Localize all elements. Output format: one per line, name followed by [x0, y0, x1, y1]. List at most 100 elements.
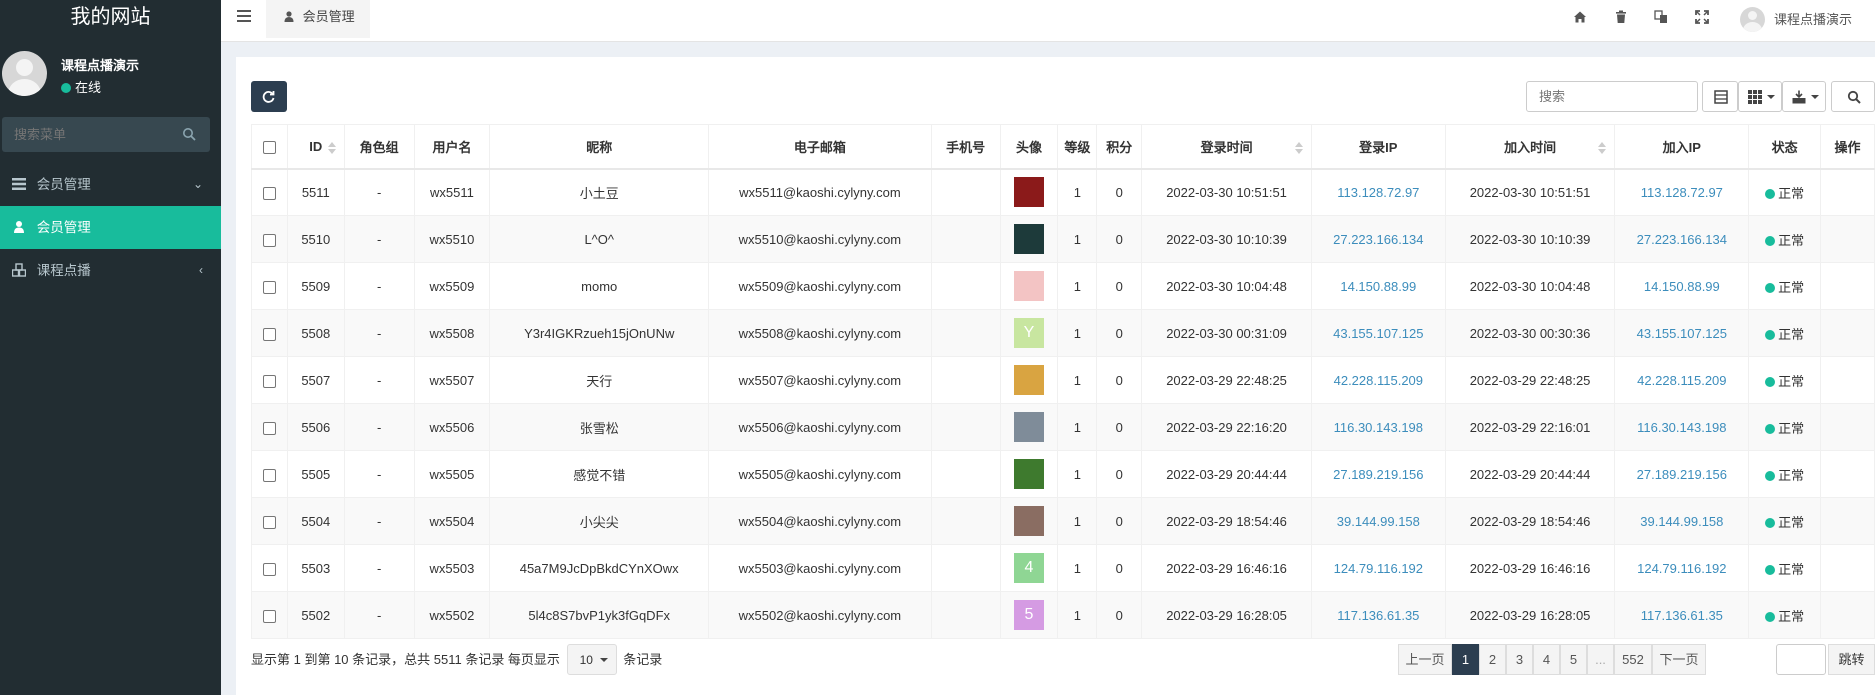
row-select-cell [251, 497, 288, 545]
page-size-value: 10 [579, 653, 593, 667]
row-checkbox[interactable] [262, 562, 276, 576]
search-icon[interactable] [182, 127, 196, 141]
cell-login-ip[interactable]: 14.150.88.99 [1310, 262, 1446, 310]
cell-join-ip[interactable]: 113.128.72.97 [1614, 168, 1750, 216]
cell-login-ip[interactable]: 113.128.72.97 [1310, 168, 1446, 216]
row-checkbox[interactable] [262, 515, 276, 529]
caret-down-icon [1767, 95, 1775, 99]
toggle-view-button[interactable] [1702, 81, 1738, 112]
cell-join-time: 2022-03-29 20:44:44 [1444, 450, 1616, 498]
cell-actions [1820, 356, 1875, 404]
sidebar-item-member-group[interactable]: 会员管理 ⌄ [0, 163, 221, 206]
prev-page-button[interactable]: 上一页 [1398, 644, 1452, 675]
refresh-button[interactable] [251, 81, 287, 112]
row-checkbox[interactable] [262, 233, 276, 247]
tab-member-management[interactable]: 会员管理 [266, 0, 370, 38]
row-select-cell [251, 309, 288, 357]
table-row[interactable]: 5504- wx5504 小尖尖 wx5504@kaoshi.cylyny.com 1 0… [251, 497, 1875, 545]
trash-icon[interactable] [1614, 10, 1628, 24]
cell-login-ip[interactable]: 116.30.143.198 [1310, 403, 1446, 451]
cell-join-ip[interactable]: 14.150.88.99 [1614, 262, 1750, 310]
page-button[interactable]: 552 [1614, 644, 1652, 675]
row-checkbox[interactable] [262, 186, 276, 200]
row-checkbox[interactable] [262, 609, 276, 623]
cell-login-ip[interactable]: 27.189.219.156 [1310, 450, 1446, 498]
table-row[interactable]: 5509- wx5509 momo wx5509@kaoshi.cylyny.com 1… [251, 262, 1875, 310]
page-size-select[interactable]: 10 [566, 644, 617, 675]
sidebar-search-input[interactable] [2, 117, 172, 152]
sidebar-item-member-management[interactable]: 会员管理 [0, 206, 221, 249]
cell-login-ip[interactable]: 124.79.116.192 [1310, 544, 1446, 592]
page-button[interactable]: 3 [1506, 644, 1533, 675]
cell-join-ip[interactable]: 27.223.166.134 [1614, 215, 1750, 263]
col-header-level: 等级 [1057, 124, 1098, 170]
cell-login-ip[interactable]: 42.228.115.209 [1310, 356, 1446, 404]
cell-join-time: 2022-03-29 22:48:25 [1444, 356, 1616, 404]
cell-id: 5502 [286, 591, 345, 639]
cell-join-ip[interactable]: 39.144.99.158 [1614, 497, 1750, 545]
next-page-button[interactable]: 下一页 [1652, 644, 1706, 675]
cell-join-ip[interactable]: 27.189.219.156 [1614, 450, 1750, 498]
col-header-id[interactable]: ID [286, 124, 345, 170]
table-row[interactable]: 5505- wx5505 感觉不错 wx5505@kaoshi.cylyny.com 1… [251, 450, 1875, 498]
cell-mobile [930, 403, 1001, 451]
page-button[interactable]: 4 [1533, 644, 1560, 675]
page-button[interactable]: 5 [1560, 644, 1587, 675]
cell-join-ip[interactable]: 124.79.116.192 [1614, 544, 1750, 592]
table-row[interactable]: 5507- wx5507 天行 wx5507@kaoshi.cylyny.com 1 0 2… [251, 356, 1875, 404]
cell-nickname: 小土豆 [489, 168, 710, 216]
home-icon[interactable] [1573, 10, 1587, 24]
cell-join-ip[interactable]: 42.228.115.209 [1614, 356, 1750, 404]
cell-email: wx5506@kaoshi.cylyny.com [708, 403, 932, 451]
cell-status: 正常 [1748, 450, 1822, 498]
cell-level: 1 [1057, 497, 1098, 545]
table-row[interactable]: 5506- wx5506 张雪松 wx5506@kaoshi.cylyny.com 1 0… [251, 403, 1875, 451]
cell-login-ip[interactable]: 117.136.61.35 [1310, 591, 1446, 639]
fullscreen-icon[interactable] [1695, 10, 1709, 24]
col-header-login-time[interactable]: 登录时间 [1141, 124, 1312, 170]
cell-login-ip[interactable]: 27.223.166.134 [1310, 215, 1446, 263]
col-header-mobile: 手机号 [930, 124, 1001, 170]
cell-mobile [930, 591, 1001, 639]
table-row[interactable]: 5503- wx5503 45a7M9JcDpBkdCYnXOwx wx5503@ka… [251, 544, 1875, 592]
cell-mobile [930, 309, 1001, 357]
cell-join-ip[interactable]: 117.136.61.35 [1614, 591, 1750, 639]
advanced-search-button[interactable] [1831, 81, 1875, 112]
cell-join-ip[interactable]: 116.30.143.198 [1614, 403, 1750, 451]
select-all-checkbox[interactable] [262, 140, 276, 154]
cell-actions [1820, 591, 1875, 639]
row-checkbox[interactable] [262, 374, 276, 388]
site-logo[interactable]: 我的网站 [0, 0, 221, 35]
status-badge: 正常 [1778, 232, 1805, 248]
row-checkbox[interactable] [262, 280, 276, 294]
cell-nickname: L^O^ [489, 215, 710, 263]
table-search-input[interactable] [1526, 81, 1698, 112]
table-row[interactable]: 5502- wx5502 5l4c8S7bvP1yk3fGqDFx wx5502@ka… [251, 591, 1875, 639]
table-row[interactable]: 5508- wx5508 Y3r4IGKRzueh15jOnUNw wx5508@ka… [251, 309, 1875, 357]
page-button[interactable]: 1 [1452, 644, 1479, 675]
cell-mobile [930, 215, 1001, 263]
row-checkbox[interactable] [262, 327, 276, 341]
cell-login-ip[interactable]: 39.144.99.158 [1310, 497, 1446, 545]
translate-icon[interactable] [1654, 10, 1668, 24]
cell-group: - [343, 544, 415, 592]
cell-join-ip[interactable]: 43.155.107.125 [1614, 309, 1750, 357]
table-row[interactable]: 5511- wx5511 小土豆 wx5511@kaoshi.cylyny.com 1 0… [251, 168, 1875, 216]
cell-login-ip[interactable]: 43.155.107.125 [1310, 309, 1446, 357]
cell-status: 正常 [1748, 591, 1822, 639]
jump-button[interactable]: 跳转 [1828, 644, 1875, 675]
table-row[interactable]: 5510- wx5510 L^O^ wx5510@kaoshi.cylyny.com 1… [251, 215, 1875, 263]
cell-score: 0 [1096, 403, 1143, 451]
columns-button[interactable] [1738, 81, 1782, 112]
jump-page-input[interactable] [1776, 644, 1826, 675]
col-header-join-time[interactable]: 加入时间 [1444, 124, 1616, 170]
export-button[interactable] [1782, 81, 1826, 112]
menu-toggle-icon[interactable] [237, 10, 251, 24]
row-checkbox[interactable] [262, 468, 276, 482]
cell-level: 1 [1057, 591, 1098, 639]
sidebar-item-course[interactable]: 课程点播 ‹ [0, 249, 221, 292]
row-checkbox[interactable] [262, 421, 276, 435]
cell-join-time: 2022-03-30 10:10:39 [1444, 215, 1616, 263]
page-button[interactable]: 2 [1479, 644, 1506, 675]
cell-mobile [930, 450, 1001, 498]
